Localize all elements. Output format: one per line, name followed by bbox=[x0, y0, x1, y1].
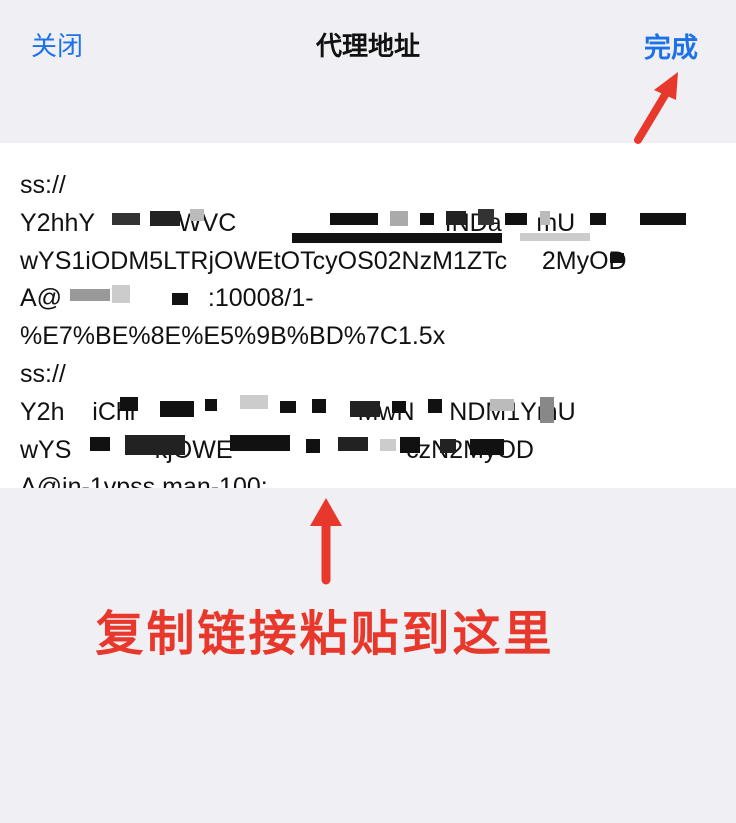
instruction-annotation: 复制链接粘贴到这里 bbox=[95, 606, 555, 662]
done-button[interactable]: 完成 bbox=[644, 26, 698, 65]
page-title: 代理地址 bbox=[315, 32, 420, 62]
arrow-up-icon bbox=[310, 498, 342, 585]
proxy-address-textarea[interactable]: ss:// Y2hhY WVC INDa mU wYS1iODM5LTRjOWE… bbox=[0, 143, 736, 488]
arrow-up-right-icon bbox=[634, 72, 678, 144]
